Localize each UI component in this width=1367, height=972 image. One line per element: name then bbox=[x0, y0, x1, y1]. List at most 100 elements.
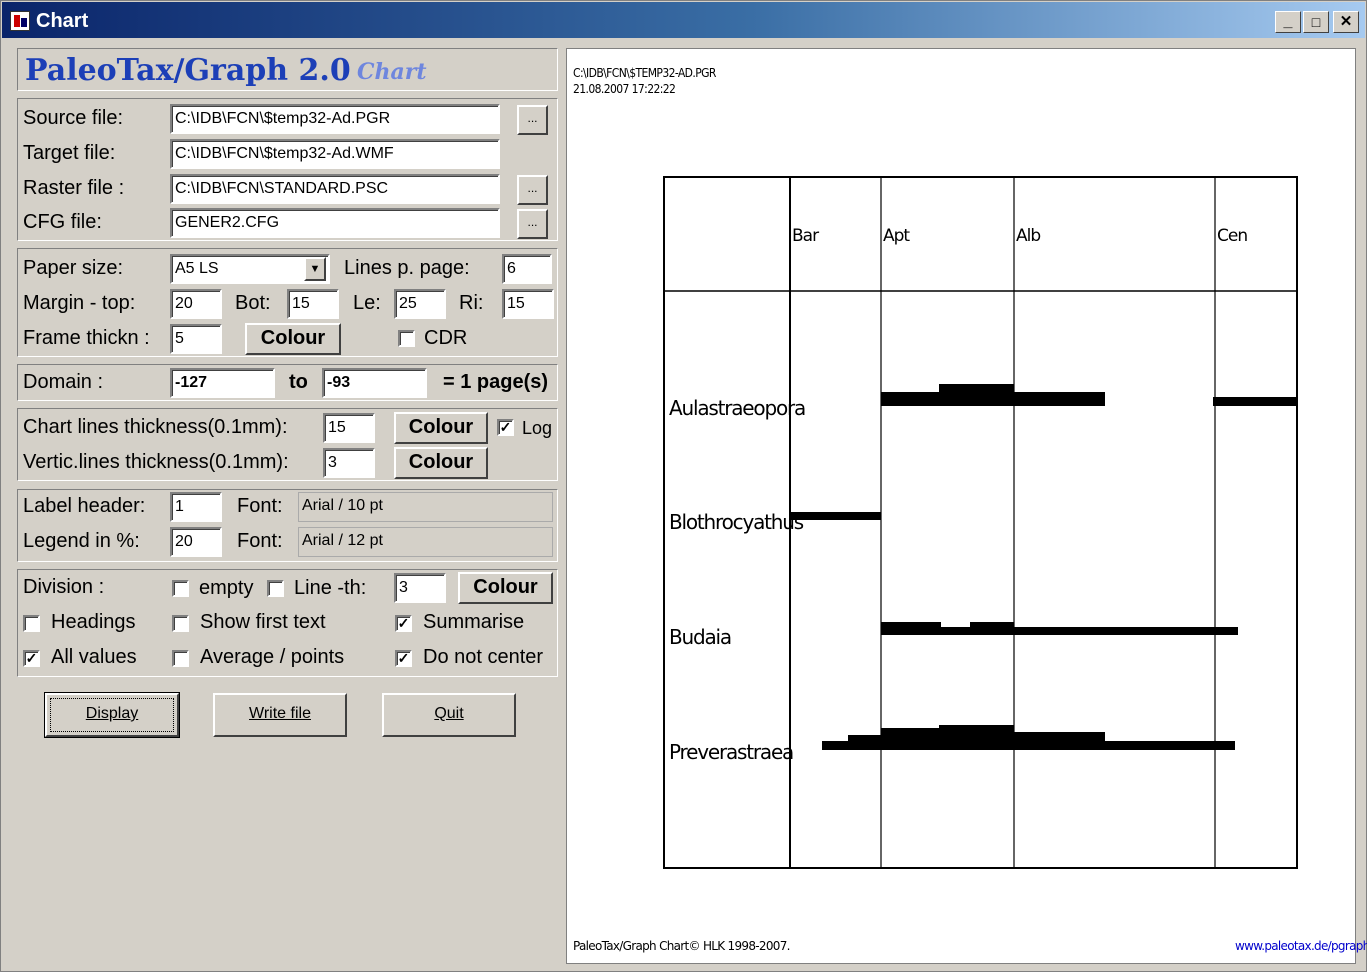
range-bar bbox=[939, 725, 1014, 750]
vertical-lines-field[interactable]: 3 bbox=[323, 448, 375, 478]
label-header-field[interactable]: 1 bbox=[170, 492, 222, 522]
source-file-label: Source file: bbox=[23, 107, 124, 129]
range-bar bbox=[1014, 397, 1105, 406]
raster-browse-button[interactable]: ... bbox=[517, 175, 548, 205]
show-first-text-label: Show first text bbox=[200, 611, 326, 633]
app-subtitle: Chart bbox=[357, 59, 427, 85]
window-title: Chart bbox=[36, 10, 89, 32]
source-file-field[interactable]: C:\IDB\FCN\$temp32-Ad.PGR bbox=[170, 104, 500, 134]
chart-lines-colour-button[interactable]: Colour bbox=[394, 412, 488, 444]
range-bar bbox=[822, 741, 848, 750]
legend-field[interactable]: 20 bbox=[170, 527, 222, 557]
headings-label: Headings bbox=[51, 611, 136, 633]
domain-label: Domain : bbox=[23, 371, 104, 393]
range-bar bbox=[1213, 397, 1296, 406]
legend-font-field[interactable]: Arial / 12 pt bbox=[298, 527, 553, 557]
close-button[interactable]: ✕ bbox=[1333, 11, 1359, 33]
lines-per-page-field[interactable]: 6 bbox=[502, 254, 552, 284]
range-bar bbox=[941, 627, 970, 635]
stage-label: Apt bbox=[883, 226, 910, 246]
margin-top-label: Margin - top: bbox=[23, 292, 136, 314]
font-label-1: Font: bbox=[237, 495, 283, 517]
range-bar bbox=[790, 512, 881, 520]
domain-pages-label: = 1 page(s) bbox=[443, 371, 549, 393]
line-th-checkbox[interactable] bbox=[267, 580, 284, 597]
raster-file-field[interactable]: C:\IDB\FCN\STANDARD.PSC bbox=[170, 174, 500, 204]
header-font-field[interactable]: Arial / 10 pt bbox=[298, 492, 553, 522]
title-bar[interactable]: Chart _ □ ✕ bbox=[2, 2, 1365, 38]
summarise-label: Summarise bbox=[423, 611, 525, 633]
cfg-file-label: CFG file: bbox=[23, 211, 102, 233]
margin-top-field[interactable]: 20 bbox=[170, 289, 222, 319]
margin-bottom-field[interactable]: 15 bbox=[287, 289, 339, 319]
domain-to-field[interactable]: -93 bbox=[322, 368, 427, 398]
maximize-button[interactable]: □ bbox=[1303, 11, 1329, 33]
all-values-checkbox[interactable]: ✓ bbox=[23, 650, 40, 667]
taxon-label: Budaia bbox=[669, 625, 731, 649]
division-colour-button[interactable]: Colour bbox=[458, 572, 553, 604]
app-name: PaleoTax/Graph 2.0 bbox=[25, 53, 351, 88]
font-label-2: Font: bbox=[237, 530, 283, 552]
range-bar bbox=[970, 622, 1014, 635]
app-icon bbox=[10, 11, 30, 31]
frame-colour-button[interactable]: Colour bbox=[245, 323, 341, 355]
average-points-checkbox[interactable] bbox=[172, 650, 189, 667]
do-not-center-checkbox[interactable]: ✓ bbox=[395, 650, 412, 667]
headings-checkbox[interactable] bbox=[23, 615, 40, 632]
do-not-center-label: Do not center bbox=[423, 646, 544, 668]
range-bar bbox=[939, 384, 1014, 398]
range-bar bbox=[1105, 741, 1235, 750]
cdr-label: CDR bbox=[424, 327, 468, 349]
margin-left-field[interactable]: 25 bbox=[394, 289, 446, 319]
taxon-label: Blothrocyathus bbox=[669, 510, 804, 534]
average-points-label: Average / points bbox=[200, 646, 345, 668]
domain-from-field[interactable]: -127 bbox=[170, 368, 275, 398]
empty-label: empty bbox=[199, 577, 254, 599]
cdr-checkbox[interactable] bbox=[398, 330, 415, 347]
range-bar bbox=[1014, 627, 1238, 635]
app-window: Chart _ □ ✕ PaleoTax/Graph 2.0 Chart Sou… bbox=[0, 0, 1367, 972]
lines-per-page-label: Lines p. page: bbox=[344, 257, 470, 279]
raster-file-label: Raster file : bbox=[23, 177, 125, 199]
margin-right-field[interactable]: 15 bbox=[502, 289, 554, 319]
source-browse-button[interactable]: ... bbox=[517, 105, 548, 135]
division-label: Division : bbox=[23, 576, 105, 598]
label-header-label: Label header: bbox=[23, 495, 146, 517]
chevron-down-icon[interactable]: ▼ bbox=[304, 257, 326, 281]
range-bar bbox=[848, 735, 881, 750]
range-chart: Bar Apt Alb Cen Aulastraeopora Blothrocyathus… bbox=[663, 176, 1298, 869]
frame-thickness-field[interactable]: 5 bbox=[170, 324, 222, 354]
log-label: Log bbox=[522, 418, 553, 438]
chart-preview: C:\IDB\FCN\$TEMP32-AD.PGR 21.08.2007 17:… bbox=[566, 48, 1367, 964]
range-bar bbox=[1014, 732, 1105, 750]
margin-right-label: Ri: bbox=[459, 292, 484, 314]
cfg-browse-button[interactable]: ... bbox=[517, 209, 548, 239]
settings-panel: PaleoTax/Graph 2.0 Chart Source file: C:… bbox=[1, 39, 563, 969]
cfg-file-field[interactable]: GENER2.CFG bbox=[170, 208, 500, 238]
vertical-lines-label: Vertic.lines thickness(0.1mm): bbox=[23, 451, 289, 473]
all-values-label: All values bbox=[51, 646, 137, 668]
log-checkbox[interactable]: ✓ bbox=[497, 419, 514, 436]
target-file-field[interactable]: C:\IDB\FCN\$temp32-Ad.WMF bbox=[170, 139, 500, 169]
chart-lines-field[interactable]: 15 bbox=[323, 413, 375, 443]
taxon-label: Aulastraeopora bbox=[669, 396, 805, 420]
vertical-lines-colour-button[interactable]: Colour bbox=[394, 447, 488, 479]
quit-button[interactable]: Quit bbox=[382, 693, 516, 737]
legend-label: Legend in %: bbox=[23, 530, 140, 552]
stage-label: Alb bbox=[1016, 226, 1040, 246]
margin-left-label: Le: bbox=[353, 292, 381, 314]
stage-label: Bar bbox=[792, 226, 819, 246]
empty-checkbox[interactable] bbox=[172, 580, 189, 597]
line-th-field[interactable]: 3 bbox=[394, 573, 446, 603]
minimize-button[interactable]: _ bbox=[1275, 11, 1301, 33]
range-bar bbox=[881, 622, 941, 635]
paper-size-label: Paper size: bbox=[23, 257, 124, 279]
target-file-label: Target file: bbox=[23, 142, 116, 164]
write-file-button[interactable]: Write file bbox=[213, 693, 347, 737]
frame-thickness-label: Frame thickn : bbox=[23, 327, 150, 349]
display-button[interactable]: Display bbox=[45, 693, 179, 737]
preview-footer-url: www.paleotax.de/pgraph bbox=[1235, 939, 1367, 953]
margin-bottom-label: Bot: bbox=[235, 292, 271, 314]
show-first-text-checkbox[interactable] bbox=[172, 615, 189, 632]
summarise-checkbox[interactable]: ✓ bbox=[395, 615, 412, 632]
